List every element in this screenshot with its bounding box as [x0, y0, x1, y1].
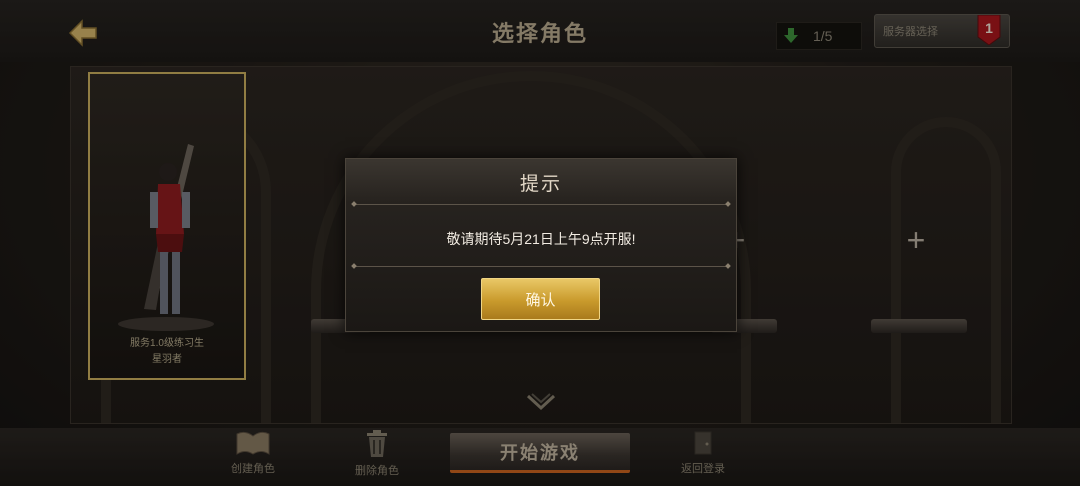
- dialog-message: 敬请期待5月21日上午9点开服!: [446, 231, 636, 247]
- dialog-divider-bottom: [354, 266, 728, 267]
- dialog-title: 提示: [519, 174, 562, 195]
- confirm-button[interactable]: 确认: [481, 278, 600, 320]
- character-select-screen: 选择角色 1/5 服务器选择 1 服务1.0级练习生 星羽者 + 创建角色 删除…: [0, 0, 1080, 486]
- dialog-divider-top: [354, 204, 728, 205]
- notice-dialog: 提示 敬请期待5月21日上午9点开服! 确认: [345, 158, 737, 332]
